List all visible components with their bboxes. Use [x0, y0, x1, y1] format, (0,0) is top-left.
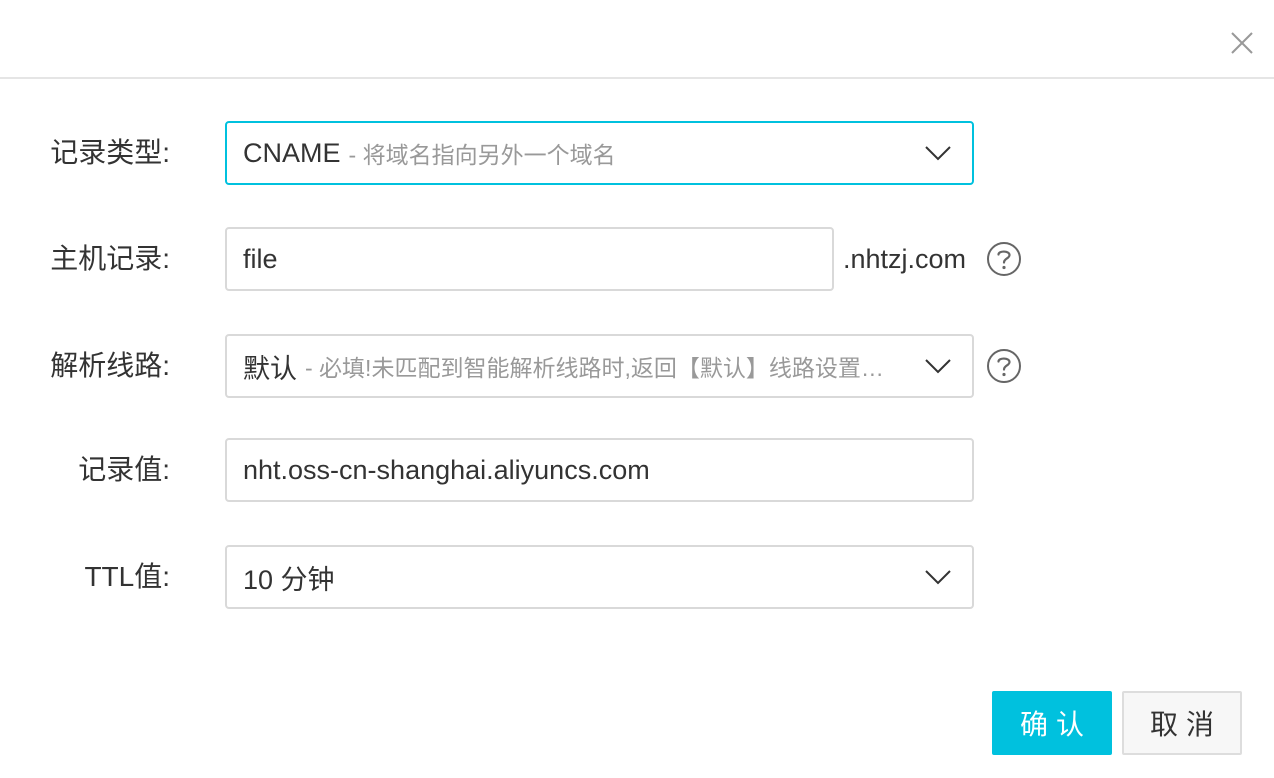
host-record-label: 主机记录: — [50, 243, 170, 274]
resolution-line-description: - 必填!未匹配到智能解析线路时,返回【默认】线路设置结果 — [305, 355, 902, 381]
resolution-line-label: 解析线路: — [50, 350, 170, 381]
question-circle-icon[interactable] — [986, 241, 1022, 277]
resolution-line-value: 默认 — [243, 353, 297, 384]
ttl-label: TTL值: — [84, 561, 170, 592]
record-type-select[interactable]: CNAME - 将域名指向另外一个域名 — [225, 121, 974, 185]
record-type-row: 记录类型: CNAME - 将域名指向另外一个域名 — [0, 121, 1274, 185]
record-value-field[interactable] — [243, 454, 972, 486]
ttl-select[interactable]: 10 分钟 — [225, 545, 974, 609]
close-icon[interactable] — [1228, 29, 1256, 57]
record-value-row: 记录值: — [0, 438, 1274, 502]
question-circle-icon[interactable] — [986, 348, 1022, 384]
chevron-down-icon — [924, 145, 952, 161]
confirm-button[interactable]: 确认 — [992, 691, 1112, 755]
resolution-line-row: 解析线路: 默认 - 必填!未匹配到智能解析线路时,返回【默认】线路设置结果 — [0, 334, 1274, 398]
dns-record-dialog: 记录类型: CNAME - 将域名指向另外一个域名 主机记录: .nhtzj.c… — [0, 0, 1274, 778]
record-type-label: 记录类型: — [50, 137, 170, 168]
dialog-header — [0, 0, 1274, 79]
host-record-input[interactable] — [225, 227, 834, 291]
ttl-row: TTL值: 10 分钟 — [0, 545, 1274, 609]
ttl-value: 10 分钟 — [243, 564, 335, 595]
host-record-row: 主机记录: .nhtzj.com — [0, 227, 1274, 291]
chevron-down-icon — [924, 569, 952, 585]
domain-suffix: .nhtzj.com — [843, 244, 967, 274]
resolution-line-select[interactable]: 默认 - 必填!未匹配到智能解析线路时,返回【默认】线路设置结果 — [225, 334, 974, 398]
record-value-input[interactable] — [225, 438, 974, 502]
record-type-description: - 将域名指向另外一个域名 — [348, 142, 616, 168]
host-record-field[interactable] — [243, 243, 832, 275]
chevron-down-icon — [924, 358, 952, 374]
record-value-label: 记录值: — [78, 454, 170, 485]
cancel-button[interactable]: 取消 — [1122, 691, 1242, 755]
record-type-value: CNAME — [243, 137, 341, 168]
